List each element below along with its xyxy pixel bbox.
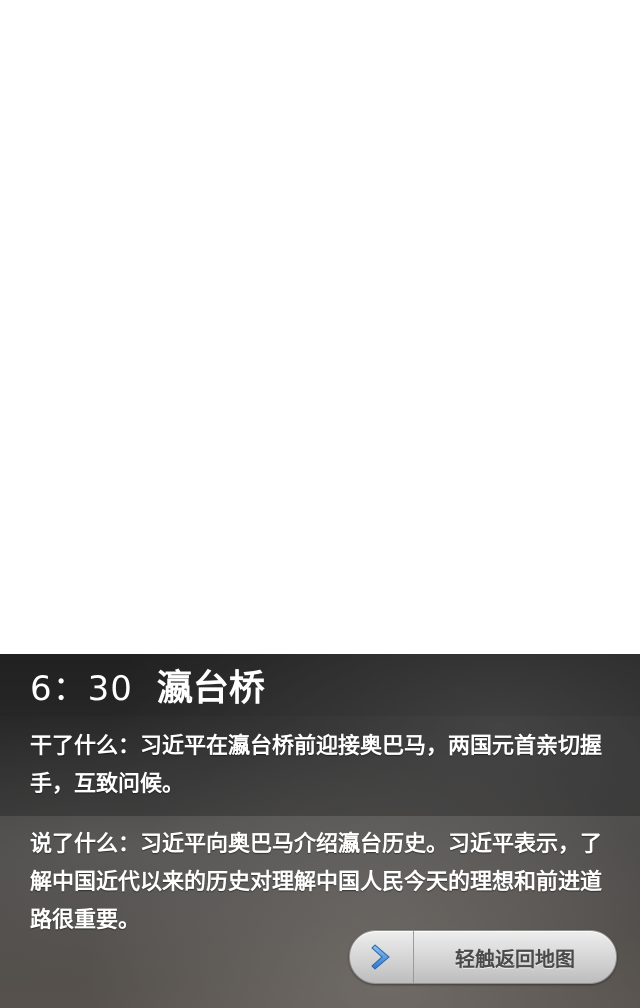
event-place: 瀛台桥 <box>156 668 265 709</box>
event-time: 6：30 <box>30 668 133 709</box>
what-was-done-text: 干了什么：习近平在瀛台桥前迎接奥巴马，两国元首亲切握手，互致问候。 <box>30 734 603 797</box>
back-to-map-button[interactable]: 轻触返回地图 <box>349 930 617 984</box>
screen: 6：30 瀛台桥 干了什么：习近平在瀛台桥前迎接奥巴马，两国元首亲切握手，互致问… <box>0 0 640 1008</box>
info-panel: 6：30 瀛台桥 干了什么：习近平在瀛台桥前迎接奥巴马，两国元首亲切握手，互致问… <box>0 654 640 1008</box>
title-row: 6：30 瀛台桥 <box>0 654 640 716</box>
back-to-map-label: 轻触返回地图 <box>455 946 575 971</box>
map-blank-area <box>0 0 640 654</box>
what-was-said-text: 说了什么：习近平向奥巴马介绍瀛台历史。习近平表示，了解中国近代以来的历史对理解中… <box>30 832 603 933</box>
chevron-right-icon <box>350 931 414 983</box>
